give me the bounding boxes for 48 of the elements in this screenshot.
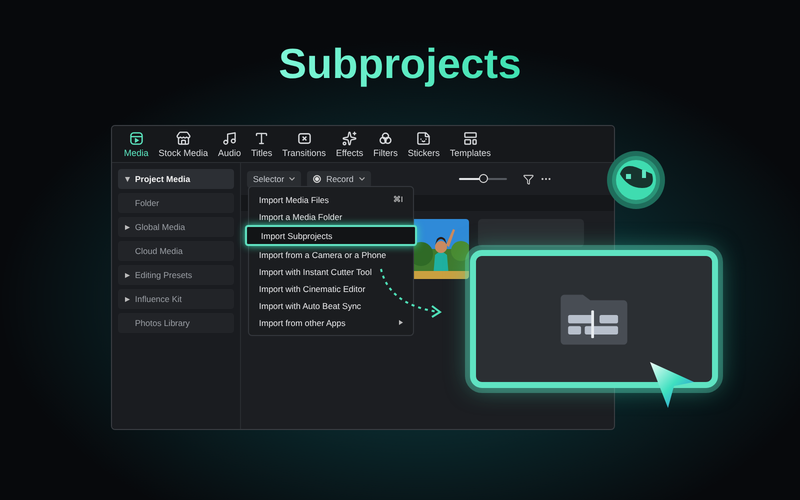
- sidebar-item[interactable]: Folder: [118, 193, 234, 213]
- store-icon: [176, 131, 191, 146]
- app-badge-icon: [606, 150, 666, 210]
- triangle-icon: [125, 224, 130, 230]
- menu-item[interactable]: Import with Cinematic Editor: [249, 280, 413, 297]
- toolbar-tab[interactable]: Stock Media: [154, 131, 212, 162]
- record-icon: [313, 175, 322, 183]
- sidebar-item[interactable]: Photos Library: [118, 313, 234, 333]
- caret-icon: [289, 177, 296, 181]
- sticker-icon: [416, 131, 432, 146]
- caret-icon: [358, 177, 365, 181]
- text-icon: [254, 131, 270, 146]
- toolbar-tab[interactable]: Filters: [369, 131, 402, 162]
- slider-thumb[interactable]: [479, 174, 488, 183]
- menu-item[interactable]: Import a Media Folder: [249, 208, 413, 225]
- dropdown-button[interactable]: Record: [307, 170, 371, 188]
- toolbar-tab[interactable]: Transitions: [278, 131, 330, 162]
- toolbar-tab[interactable]: Media: [120, 131, 153, 162]
- filter-icon[interactable]: [523, 174, 534, 184]
- sidebar-item[interactable]: Influence Kit: [118, 289, 234, 309]
- music-icon: [222, 131, 238, 146]
- toolbar-tab[interactable]: Stickers: [404, 131, 444, 162]
- template-icon: [462, 131, 478, 146]
- sidebar-item[interactable]: Project Media: [118, 169, 234, 189]
- folder-card[interactable]: [478, 219, 584, 247]
- triangle-icon: [125, 296, 130, 302]
- sparkle-icon: [342, 131, 358, 146]
- toolbar-tab[interactable]: Effects: [332, 131, 368, 162]
- menu-item[interactable]: Import Media Files ⌘I: [249, 191, 413, 208]
- circles-icon: [378, 131, 394, 146]
- sidebar-item[interactable]: Global Media: [118, 217, 234, 237]
- toolbar-tab[interactable]: Titles: [247, 131, 276, 162]
- media-icon: [128, 131, 144, 146]
- menu-item[interactable]: Import from other Apps: [249, 314, 413, 331]
- sidebar-item[interactable]: Editing Presets: [118, 265, 234, 285]
- menu-item[interactable]: Import from a Camera or a Phone: [249, 246, 413, 263]
- menu-item[interactable]: Import with Auto Beat Sync: [249, 297, 413, 314]
- triangle-icon: [125, 176, 130, 182]
- transition-icon: [296, 131, 312, 146]
- menu-item[interactable]: Import with Instant Cutter Tool: [249, 263, 413, 280]
- toolbar-tab[interactable]: Audio: [214, 131, 246, 162]
- submenu-arrow-icon: [399, 320, 403, 325]
- menu-item[interactable]: Import Subprojects: [245, 225, 417, 246]
- dashed-arrow: [378, 266, 444, 318]
- triangle-icon: [125, 272, 130, 278]
- toolbar-tab[interactable]: Templates: [446, 131, 495, 162]
- dropdown-button[interactable]: Selector: [247, 170, 302, 188]
- sidebar-item[interactable]: Cloud Media: [118, 241, 234, 261]
